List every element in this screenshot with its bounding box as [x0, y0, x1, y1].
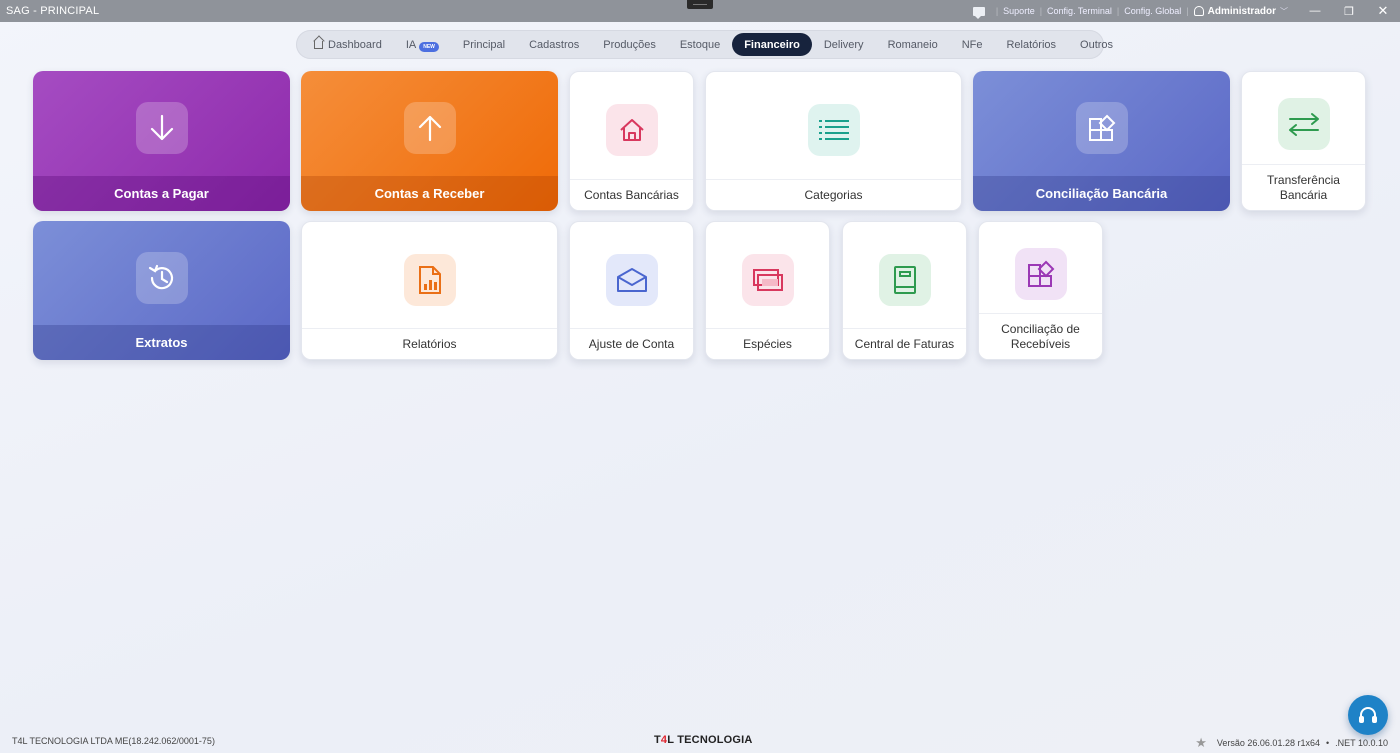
tile-categorias[interactable]: Categorias [705, 71, 962, 211]
tile-label: Espécies [706, 328, 829, 359]
tile-central-de-faturas[interactable]: Central de Faturas [842, 221, 967, 360]
chevron-down-icon[interactable]: ﹀ [1280, 6, 1288, 17]
tile-label: Contas a Pagar [33, 176, 290, 211]
tile-label: Conciliação Bancária [973, 176, 1230, 211]
tile-contas-a-receber[interactable]: Contas a Receber [301, 71, 558, 211]
window-titlebar: SAG - PRINCIPAL | Suporte | Config. Term… [0, 0, 1400, 22]
tab-delivery[interactable]: Delivery [812, 33, 876, 56]
tab-ia[interactable]: IA NEW [394, 33, 451, 56]
star-icon[interactable]: ★ [1195, 735, 1207, 751]
main-nav: Dashboard IA NEW Principal Cadastros Pro… [296, 30, 1113, 59]
tile-ajuste-de-conta[interactable]: Ajuste de Conta [569, 221, 694, 360]
config-global-link[interactable]: Config. Global [1124, 6, 1181, 16]
titlebar-actions: | Suporte | Config. Terminal | Config. G… [972, 0, 1400, 22]
cash-icon [741, 254, 794, 306]
tile-label: Contas a Receber [301, 176, 558, 211]
chat-icon[interactable] [972, 6, 985, 19]
list-icon [807, 104, 860, 156]
minimize-button[interactable]: — [1298, 5, 1332, 17]
version-info: ★ Versão 26.06.01.28 r1x64 • .NET 10.0.1… [1195, 735, 1388, 751]
tile-label: Conciliação de Recebíveis [979, 313, 1102, 359]
window-title: SAG - PRINCIPAL [6, 5, 100, 17]
company-info: T4L TECNOLOGIA LTDA ME(18.242.062/0001-7… [12, 736, 215, 746]
camera-notch [687, 0, 713, 9]
tile-label: Transferência Bancária [1242, 164, 1365, 210]
tile-label: Categorias [706, 179, 961, 210]
tab-dashboard[interactable]: Dashboard [302, 33, 394, 56]
tile-relatorios[interactable]: Relatórios [301, 221, 558, 360]
arrow-down-icon [135, 102, 188, 154]
tab-producoes[interactable]: Produções [591, 33, 668, 56]
runtime-label: .NET 10.0.10 [1335, 738, 1388, 748]
user-icon [1193, 6, 1204, 16]
transfer-icon [1277, 98, 1330, 150]
version-label: Versão 26.06.01.28 r1x64 [1216, 738, 1320, 748]
tile-conciliacao-de-recebiveis[interactable]: Conciliação de Recebíveis [978, 221, 1103, 360]
tab-cadastros[interactable]: Cadastros [517, 33, 591, 56]
tab-financeiro[interactable]: Financeiro [732, 33, 812, 56]
tile-label: Contas Bancárias [570, 179, 693, 210]
tab-principal[interactable]: Principal [451, 33, 517, 56]
tile-label: Ajuste de Conta [570, 328, 693, 359]
status-bar: T4L TECNOLOGIA LTDA ME(18.242.062/0001-7… [0, 727, 1400, 753]
tab-estoque[interactable]: Estoque [668, 33, 732, 56]
tile-label: Central de Faturas [843, 328, 966, 359]
config-terminal-link[interactable]: Config. Terminal [1047, 6, 1112, 16]
shapes-icon [1014, 248, 1067, 300]
close-button[interactable]: ✕ [1366, 3, 1400, 19]
shapes-icon [1075, 102, 1128, 154]
tile-label: Relatórios [302, 328, 557, 359]
tile-extratos[interactable]: Extratos [33, 221, 290, 360]
tile-transferencia-bancaria[interactable]: Transferência Bancária [1241, 71, 1366, 211]
tab-nfe[interactable]: NFe [950, 33, 995, 56]
history-icon [135, 252, 188, 304]
tile-label: Extratos [33, 325, 290, 360]
tab-relatorios[interactable]: Relatórios [994, 33, 1068, 56]
envelope-open-icon [605, 254, 658, 306]
home-icon [605, 104, 658, 156]
home-icon [314, 40, 323, 49]
tile-conciliacao-bancaria[interactable]: Conciliação Bancária [973, 71, 1230, 211]
user-menu[interactable]: Administrador [1208, 6, 1276, 17]
tab-romaneio[interactable]: Romaneio [876, 33, 950, 56]
tile-especies[interactable]: Espécies [705, 221, 830, 360]
tile-contas-bancarias[interactable]: Contas Bancárias [569, 71, 694, 211]
brand-logo: T4L TECNOLOGIA [654, 734, 753, 746]
new-badge: NEW [419, 41, 439, 52]
tab-outros[interactable]: Outros [1068, 33, 1125, 56]
tile-contas-a-pagar[interactable]: Contas a Pagar [33, 71, 290, 211]
arrow-up-icon [403, 102, 456, 154]
restore-button[interactable]: ❐ [1332, 5, 1366, 18]
support-link[interactable]: Suporte [1003, 6, 1035, 16]
headset-icon [1359, 707, 1377, 723]
book-icon [878, 254, 931, 306]
report-icon [403, 254, 456, 306]
